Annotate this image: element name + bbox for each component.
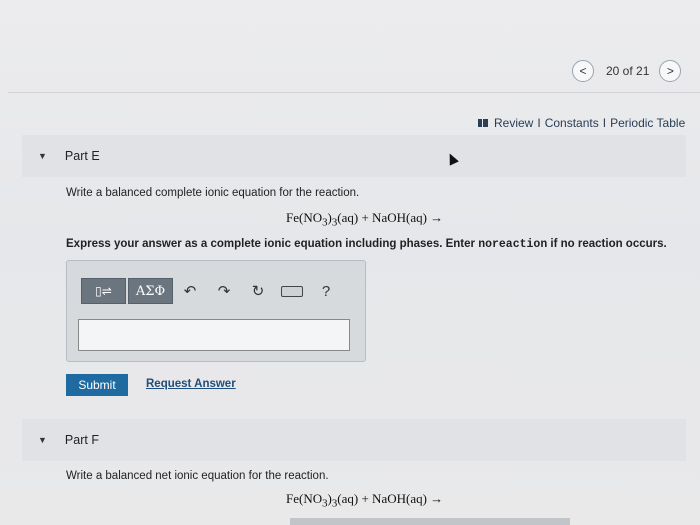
part-f-header[interactable]: ▼ Part F [22, 419, 686, 461]
answer-editor: ▯⇌ ΑΣΦ ↶ ↷ ↻ ? [66, 260, 366, 362]
eq-part: (aq) + NaOH(aq) → [337, 210, 444, 225]
periodic-table-link[interactable]: Periodic Table [610, 116, 685, 130]
eq-part: Fe(NO [286, 491, 323, 506]
separator: I [537, 116, 541, 130]
prev-button[interactable]: < [572, 60, 594, 82]
divider [8, 92, 700, 93]
part-e-header[interactable]: ▼ Part E [22, 135, 686, 177]
greek-symbols-button[interactable]: ΑΣΦ [128, 278, 173, 304]
pager: < 20 of 21 > [572, 60, 682, 82]
bottom-strip [290, 518, 570, 525]
separator: I [602, 116, 607, 130]
part-f-prompt: Write a balanced net ionic equation for … [66, 470, 329, 482]
noreaction-code: noreaction [478, 238, 548, 251]
collapse-caret-icon[interactable]: ▼ [38, 435, 47, 445]
templates-button[interactable]: ▯⇌ [81, 278, 126, 304]
reaction-equation: Fe(NO3)3(aq) + NaOH(aq) → [286, 210, 443, 229]
request-answer-link[interactable]: Request Answer [146, 378, 236, 390]
help-icon[interactable]: ? [309, 283, 343, 300]
resource-links: Review I Constants I Periodic Table [478, 116, 685, 130]
editor-toolbar: ▯⇌ ΑΣΦ ↶ ↷ ↻ ? [81, 278, 343, 304]
reset-icon[interactable]: ↻ [241, 282, 275, 300]
eq-part: Fe(NO [286, 210, 323, 225]
instruction-text: Express your answer as a complete ionic … [66, 238, 667, 251]
eq-part: (aq) + NaOH(aq) → [337, 491, 444, 506]
answer-input[interactable] [78, 319, 350, 351]
constants-link[interactable]: Constants [545, 116, 599, 130]
book-icon [478, 119, 488, 127]
keyboard-icon[interactable] [281, 285, 303, 297]
pager-text: 20 of 21 [606, 64, 650, 78]
submit-button[interactable]: Submit [66, 374, 128, 396]
part-e-title: Part E [64, 149, 100, 163]
instruction-post: if no reaction occurs. [547, 238, 667, 250]
part-e-prompt: Write a balanced complete ionic equation… [66, 187, 360, 199]
redo-icon[interactable]: ↷ [207, 282, 241, 300]
next-button[interactable]: > [659, 60, 682, 82]
reaction-equation: Fe(NO3)3(aq) + NaOH(aq) → [286, 491, 443, 510]
review-link[interactable]: Review [494, 116, 533, 130]
instruction-pre: Express your answer as a complete ionic … [66, 238, 479, 250]
collapse-caret-icon[interactable]: ▼ [38, 151, 47, 161]
page: < 20 of 21 > Review I Constants I Period… [0, 0, 700, 525]
part-f-title: Part F [64, 433, 99, 447]
undo-icon[interactable]: ↶ [173, 282, 207, 300]
